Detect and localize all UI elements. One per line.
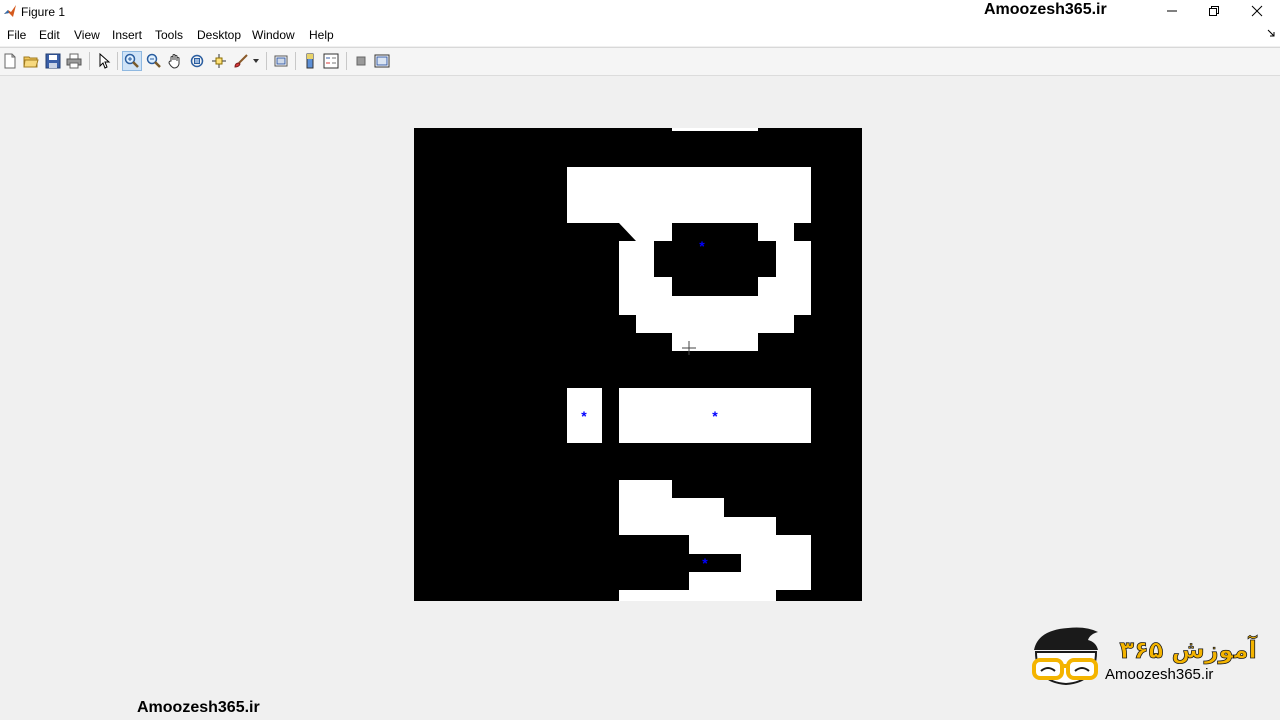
data-cursor-icon bbox=[212, 54, 226, 68]
zoom-in-icon bbox=[124, 53, 139, 68]
link-plot-button[interactable] bbox=[271, 51, 291, 71]
watermark-bottom: Amoozesh365.ir bbox=[137, 699, 260, 716]
logo-wordmark: آموزش ۳۶۵ bbox=[1119, 635, 1257, 664]
pan-button[interactable] bbox=[165, 51, 185, 71]
menu-tools[interactable]: Tools bbox=[155, 28, 183, 42]
save-figure-icon bbox=[45, 53, 61, 69]
zoom-in-button[interactable] bbox=[122, 51, 142, 71]
menu-file[interactable]: File bbox=[7, 28, 26, 42]
toolbar-separator bbox=[117, 52, 118, 70]
centroid-marker: * bbox=[581, 408, 587, 424]
toolbar-separator bbox=[266, 52, 267, 70]
minimize-icon bbox=[1167, 10, 1177, 12]
toolbar-separator bbox=[346, 52, 347, 70]
insert-legend-button[interactable] bbox=[321, 51, 341, 71]
hide-plot-tools-icon bbox=[356, 56, 366, 66]
crosshair-cursor-icon bbox=[682, 341, 696, 355]
restore-button[interactable] bbox=[1194, 0, 1234, 22]
menu-insert[interactable]: Insert bbox=[112, 28, 142, 42]
menu-window[interactable]: Window bbox=[252, 28, 295, 42]
edit-plot-icon bbox=[99, 53, 111, 69]
chevron-down-icon bbox=[253, 59, 259, 63]
insert-colorbar-icon bbox=[306, 53, 314, 69]
title-bar: Figure 1 Amoozesh365.ir bbox=[0, 0, 1280, 24]
centroid-marker: * bbox=[699, 238, 705, 254]
logo-caption: Amoozesh365.ir bbox=[1105, 666, 1214, 683]
zoom-out-button[interactable] bbox=[144, 51, 164, 71]
figure-toolbar bbox=[0, 47, 1280, 76]
insert-colorbar-button[interactable] bbox=[300, 51, 320, 71]
dock-arrow-icon[interactable] bbox=[1266, 28, 1276, 38]
menu-help[interactable]: Help bbox=[309, 28, 334, 42]
pan-icon bbox=[168, 54, 180, 69]
data-cursor-button[interactable] bbox=[209, 51, 229, 71]
brush-icon bbox=[234, 54, 248, 68]
brush-button[interactable] bbox=[231, 51, 251, 71]
close-button[interactable] bbox=[1237, 0, 1277, 22]
image-axes[interactable]: * * * * bbox=[414, 128, 862, 601]
print-figure-button[interactable] bbox=[64, 51, 84, 71]
centroid-marker: * bbox=[712, 408, 718, 424]
open-file-icon bbox=[23, 56, 39, 68]
toolbar-separator bbox=[89, 52, 90, 70]
toolbar-separator bbox=[295, 52, 296, 70]
edit-plot-button[interactable] bbox=[94, 51, 114, 71]
insert-legend-icon bbox=[323, 53, 339, 69]
menu-view[interactable]: View bbox=[74, 28, 100, 42]
open-file-button[interactable] bbox=[21, 51, 41, 71]
menu-edit[interactable]: Edit bbox=[39, 28, 60, 42]
show-plot-tools-icon bbox=[374, 54, 390, 68]
centroid-marker: * bbox=[702, 555, 708, 571]
print-figure-icon bbox=[66, 53, 82, 69]
minimize-button[interactable] bbox=[1152, 0, 1192, 22]
hide-plot-tools-button[interactable] bbox=[351, 51, 371, 71]
menu-bar: File Edit View Insert Tools Desktop Wind… bbox=[0, 24, 1280, 46]
watermark-top: Amoozesh365.ir bbox=[984, 1, 1107, 18]
zoom-out-icon bbox=[146, 53, 161, 68]
binary-image bbox=[414, 128, 862, 601]
window-title: Figure 1 bbox=[21, 5, 66, 19]
save-figure-button[interactable] bbox=[43, 51, 63, 71]
new-figure-button[interactable] bbox=[0, 51, 20, 71]
restore-icon bbox=[1209, 6, 1219, 16]
rotate-3d-button[interactable] bbox=[187, 51, 207, 71]
link-plot-icon bbox=[274, 55, 288, 67]
show-plot-tools-button[interactable] bbox=[372, 51, 392, 71]
new-figure-icon bbox=[4, 53, 16, 69]
brush-dropdown[interactable] bbox=[251, 51, 261, 71]
menu-desktop[interactable]: Desktop bbox=[197, 28, 241, 42]
close-icon bbox=[1251, 5, 1263, 17]
matlab-icon bbox=[4, 5, 16, 17]
rotate-3d-icon bbox=[190, 54, 204, 68]
